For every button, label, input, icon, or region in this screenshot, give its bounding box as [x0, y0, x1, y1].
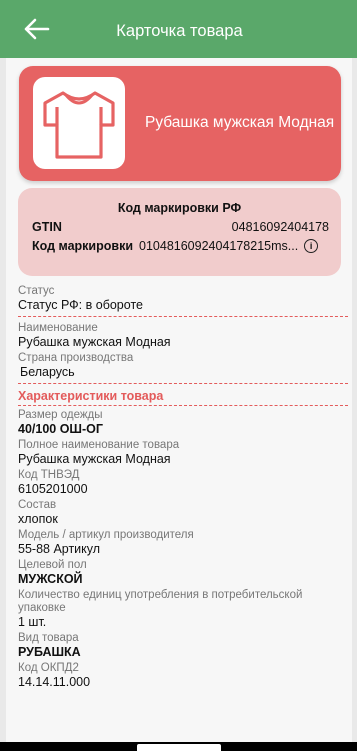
char-label: Размер одежды [18, 409, 103, 421]
marking-title: Код маркировки РФ [117, 201, 242, 215]
field-value: Рубашка мужская Модная [18, 335, 171, 349]
char-label: Модель / артикул производителя [18, 529, 194, 541]
char-label: Состав [18, 499, 57, 511]
char-item: Модель / артикул производителя 55-88 Арт… [18, 529, 348, 556]
marking-code-row: Код маркировки 0104816092404178215ms... … [32, 239, 333, 253]
char-item: Состав хлопок [18, 499, 348, 526]
page-title: Карточка товара [116, 22, 243, 40]
app-header: Карточка товара [0, 0, 357, 58]
field-country: Страна производства Беларусь [18, 352, 348, 379]
field-value: Беларусь [20, 365, 75, 379]
char-value: 55-88 Артикул [18, 542, 101, 556]
gtin-label: GTIN [32, 220, 62, 234]
char-item: Количество единиц употребления в потреби… [18, 589, 348, 629]
field-status: Статус Статус РФ: в обороте [18, 285, 348, 312]
field-value: Статус РФ: в обороте [18, 298, 143, 312]
characteristics-title: Характеристики товара [18, 389, 164, 403]
char-label: Количество единиц употребления в потреби… [18, 589, 303, 614]
marking-code-card: Код маркировки РФ GTIN 04816092404178 Ко… [18, 188, 341, 276]
char-item: Код ОКПД2 14.14.11.000 [18, 662, 348, 689]
char-label: Код ОКПД2 [18, 662, 79, 674]
char-item: Размер одежды 40/100 ОШ-ОГ [18, 409, 348, 436]
char-value: МУЖСКОЙ [18, 572, 83, 586]
char-value: хлопок [18, 512, 58, 526]
char-label: Вид товара [18, 632, 79, 644]
field-name: Наименование Рубашка мужская Модная [18, 322, 348, 349]
char-label: Целевой пол [18, 559, 87, 571]
divider [18, 383, 348, 384]
char-value: 14.14.11.000 [18, 675, 91, 689]
marking-code-value: 0104816092404178215ms... [139, 239, 299, 253]
home-indicator[interactable] [137, 744, 221, 751]
info-icon[interactable]: i [304, 239, 319, 253]
marking-code-label: Код маркировки [32, 239, 134, 253]
char-item: Вид товара РУБАШКА [18, 632, 348, 659]
char-value: РУБАШКА [18, 645, 81, 659]
field-label: Статус [18, 285, 55, 297]
product-hero-card: Рубашка мужская Модная [19, 66, 341, 181]
char-label: Полное наименование товара [18, 439, 180, 451]
product-image [33, 77, 125, 169]
tshirt-icon [43, 91, 115, 159]
char-item: Полное наименование товара Рубашка мужск… [18, 439, 348, 466]
char-item: Код ТНВЭД 6105201000 [18, 469, 348, 496]
char-value: 40/100 ОШ-ОГ [18, 422, 103, 436]
divider [18, 405, 348, 406]
field-label: Страна производства [18, 352, 134, 364]
char-value: 1 шт. [18, 615, 47, 629]
field-label: Наименование [18, 322, 98, 334]
gtin-value: 04816092404178 [231, 220, 329, 234]
product-name: Рубашка мужская Модная [145, 114, 335, 131]
product-fields: Статус Статус РФ: в обороте Наименование… [18, 285, 348, 689]
divider [18, 316, 348, 317]
char-item: Целевой пол МУЖСКОЙ [18, 559, 348, 586]
gtin-row: GTIN 04816092404178 [32, 220, 329, 234]
char-value: Рубашка мужская Модная [18, 452, 171, 466]
char-value: 6105201000 [18, 482, 88, 496]
char-label: Код ТНВЭД [18, 469, 80, 481]
